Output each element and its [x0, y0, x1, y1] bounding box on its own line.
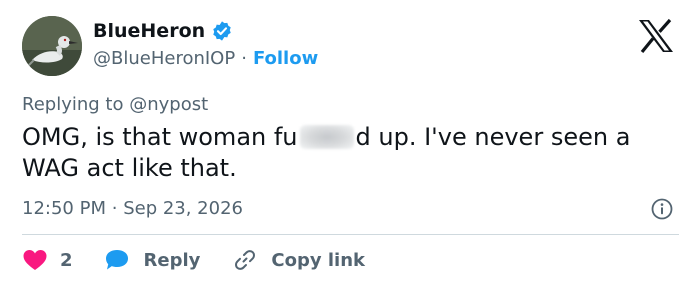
- speech-bubble-icon: [105, 250, 128, 270]
- divider: [22, 234, 679, 235]
- tweet-time: 12:50 PM: [22, 198, 106, 219]
- like-button[interactable]: 2: [22, 248, 73, 272]
- like-count: 2: [60, 249, 73, 271]
- author-name-row: BlueHeron: [93, 20, 233, 42]
- tweet-text-before: OMG, is that woman fu: [22, 123, 298, 151]
- timestamp-separator: ·: [111, 198, 118, 219]
- author-handle-row: @BlueHeronIOP · Follow: [93, 48, 318, 69]
- heron-photo: [22, 16, 82, 76]
- tweet-embed-card: BlueHeron @BlueHeronIOP · Follow Replyin…: [0, 0, 700, 287]
- author-display-name[interactable]: BlueHeron: [93, 20, 205, 42]
- reply-label: Reply: [143, 249, 201, 271]
- action-bar: 2 Reply Copy link: [22, 246, 365, 274]
- censor-blur: [299, 125, 354, 149]
- copy-link-label: Copy link: [271, 249, 365, 271]
- reply-button[interactable]: Reply: [104, 248, 201, 272]
- heart-icon: [23, 250, 47, 270]
- info-icon[interactable]: [651, 198, 673, 220]
- tweet-timestamp[interactable]: 12:50 PM · Sep 23, 2026: [22, 198, 243, 219]
- handle-separator: ·: [241, 48, 247, 69]
- replying-to-line: Replying to @nypost: [22, 94, 208, 115]
- copy-link-button[interactable]: Copy link: [233, 248, 365, 272]
- replying-to-mention[interactable]: @nypost: [129, 94, 208, 115]
- avatar[interactable]: [22, 16, 82, 76]
- author-handle[interactable]: @BlueHeronIOP: [93, 48, 235, 69]
- link-icon: [235, 250, 256, 270]
- tweet-date: Sep 23, 2026: [123, 198, 243, 219]
- follow-button[interactable]: Follow: [253, 48, 318, 69]
- replying-to-prefix: Replying to: [22, 94, 124, 115]
- tweet-text: OMG, is that woman fu d up. I've never se…: [22, 122, 672, 184]
- x-logo-icon[interactable]: [636, 18, 676, 54]
- verified-badge-icon: [213, 21, 231, 41]
